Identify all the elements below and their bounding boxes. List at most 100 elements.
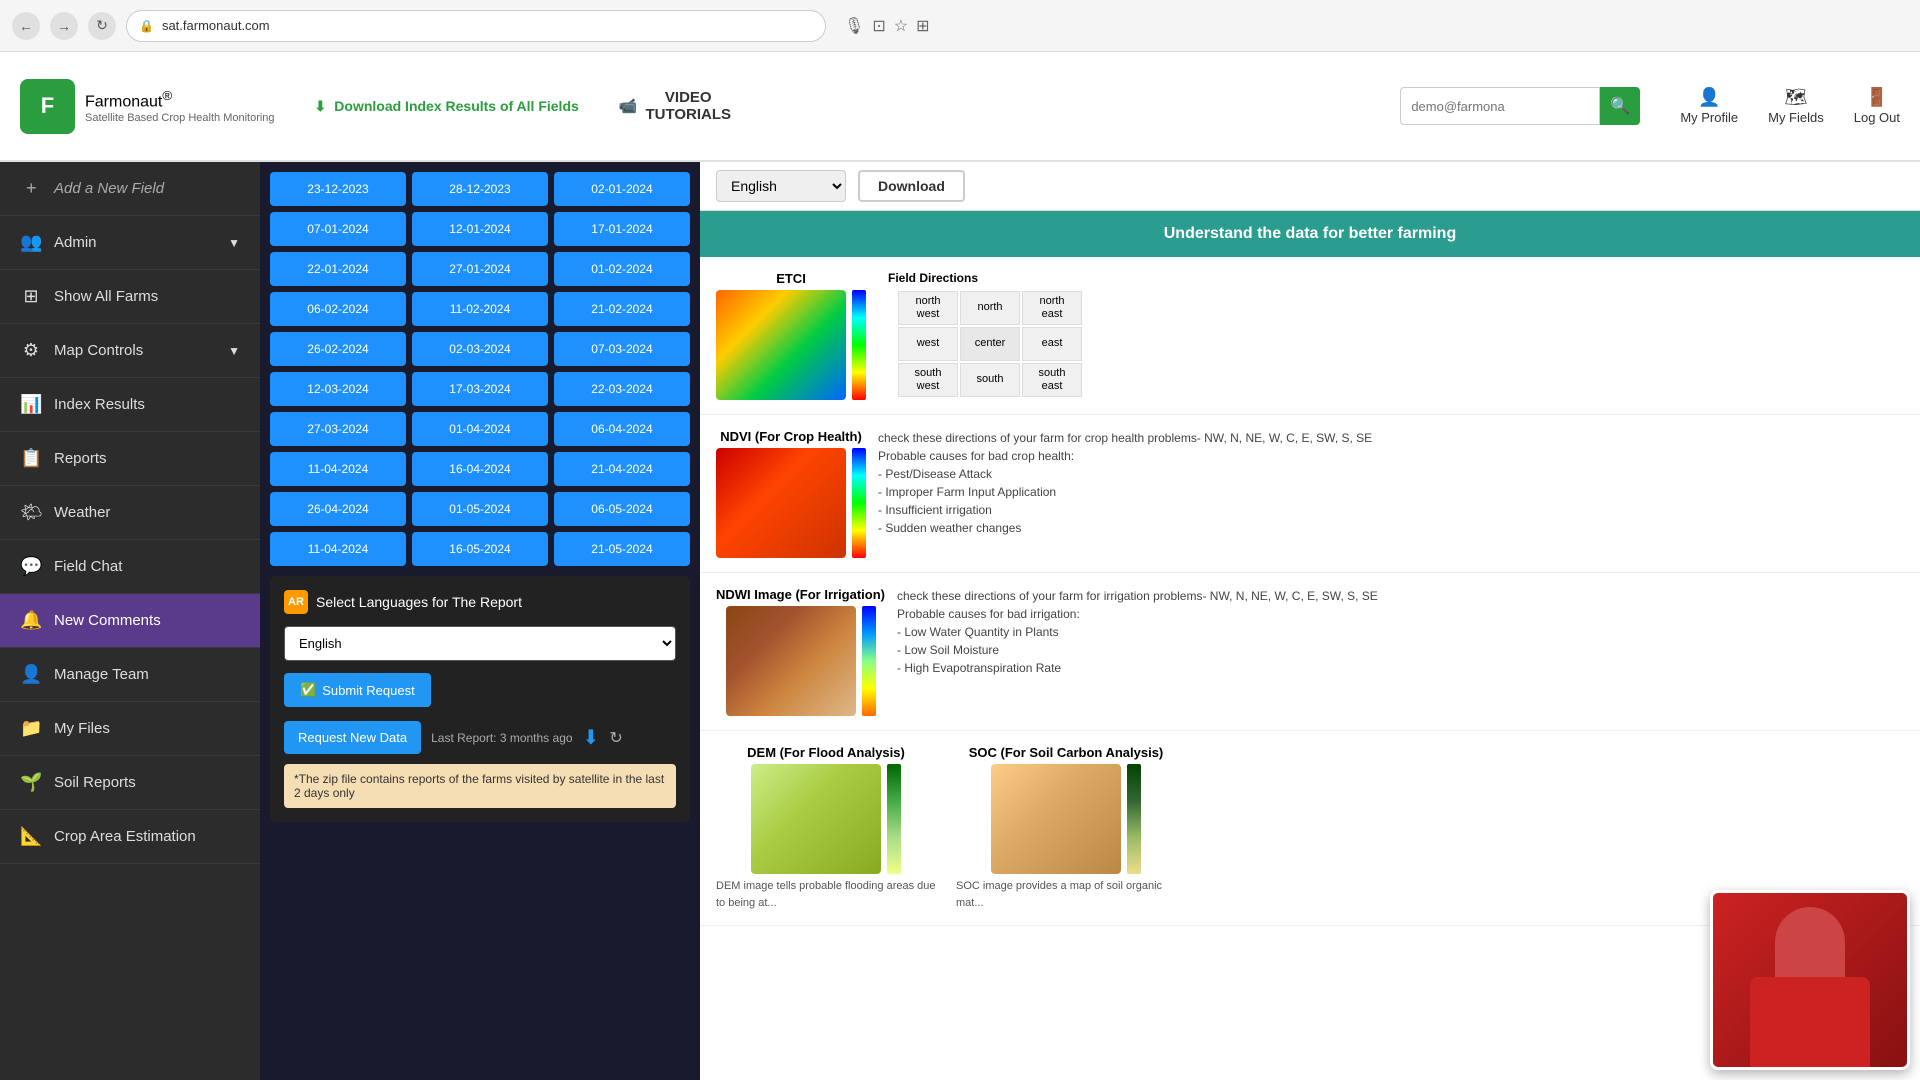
- person-head: [1775, 907, 1845, 977]
- url-text: sat.farmonaut.com: [162, 18, 270, 33]
- sidebar-item-map-controls[interactable]: ⚙ Map Controls ▼: [0, 324, 260, 378]
- date-button[interactable]: 07-03-2024: [554, 332, 690, 366]
- date-button[interactable]: 17-01-2024: [554, 212, 690, 246]
- date-button[interactable]: 23-12-2023: [270, 172, 406, 206]
- browser-bar: ← → ↻ 🔒 sat.farmonaut.com 🎙 ⊡ ☆ ⊞: [0, 0, 1920, 52]
- date-grid: 23-12-202328-12-202302-01-2024 07-01-2024…: [270, 172, 690, 566]
- etci-color-bar: [852, 290, 866, 400]
- date-button[interactable]: 27-03-2024: [270, 412, 406, 446]
- info-section-ndvi: NDVI (For Crop Health) check these direc…: [700, 415, 1920, 573]
- fd-sw: southwest: [898, 363, 958, 397]
- ndwi-content: check these directions of your farm for …: [897, 587, 1904, 677]
- date-button[interactable]: 16-04-2024: [412, 452, 548, 486]
- date-button[interactable]: 28-12-2023: [412, 172, 548, 206]
- back-button[interactable]: ←: [12, 12, 40, 40]
- date-button[interactable]: 06-05-2024: [554, 492, 690, 526]
- lang-dropdown-inline[interactable]: English Hindi Spanish French: [716, 170, 846, 202]
- header-nav: 👤 My Profile 🗺 My Fields 🚪 Log Out: [1680, 87, 1900, 125]
- sidebar-item-weather[interactable]: 🌤 Weather: [0, 486, 260, 540]
- index-icon: 📊: [20, 394, 42, 415]
- date-button[interactable]: 22-03-2024: [554, 372, 690, 406]
- date-button[interactable]: 02-01-2024: [554, 172, 690, 206]
- date-button[interactable]: 01-05-2024: [412, 492, 548, 526]
- sidebar-item-crop-area[interactable]: 📐 Crop Area Estimation: [0, 810, 260, 864]
- refresh-button[interactable]: ↻: [609, 728, 622, 748]
- language-select[interactable]: English Hindi Spanish French: [284, 626, 676, 661]
- sidebar-item-reports[interactable]: 📋 Reports: [0, 432, 260, 486]
- sidebar-label-show-all-farms: Show All Farms: [54, 288, 158, 305]
- date-button[interactable]: 22-01-2024: [270, 252, 406, 286]
- refresh-button[interactable]: ↻: [88, 12, 116, 40]
- download-all-fields-button[interactable]: ⬇ Download Index Results of All Fields: [315, 98, 579, 115]
- my-profile-button[interactable]: 👤 My Profile: [1680, 87, 1738, 125]
- logo-letter: F: [41, 93, 54, 119]
- search-input[interactable]: [1400, 87, 1600, 125]
- sidebar-item-show-all-farms[interactable]: ⊞ Show All Farms: [0, 270, 260, 324]
- admin-icon: 👥: [20, 232, 42, 253]
- fields-icon: 🗺: [1784, 87, 1807, 108]
- date-button[interactable]: 21-02-2024: [554, 292, 690, 326]
- reports-icon: 📋: [20, 448, 42, 469]
- video-overlay: [1710, 890, 1910, 1070]
- soc-image: [991, 764, 1121, 874]
- cast-icon[interactable]: ⊡: [872, 16, 885, 36]
- bookmark-icon[interactable]: ☆: [894, 16, 908, 36]
- date-button[interactable]: 02-03-2024: [412, 332, 548, 366]
- date-button[interactable]: 01-02-2024: [554, 252, 690, 286]
- etci-image: [716, 290, 846, 400]
- sidebar-item-admin[interactable]: 👥 Admin ▼: [0, 216, 260, 270]
- logout-icon: 🚪: [1866, 87, 1888, 108]
- sidebar-item-manage-team[interactable]: 👤 Manage Team: [0, 648, 260, 702]
- ndwi-color-bar: [862, 606, 876, 716]
- logo-icon: F: [20, 79, 75, 134]
- download-button[interactable]: Download: [858, 170, 965, 202]
- date-button[interactable]: 27-01-2024: [412, 252, 548, 286]
- sidebar-item-my-files[interactable]: 📁 My Files: [0, 702, 260, 756]
- date-button[interactable]: 11-04-2024: [270, 452, 406, 486]
- log-out-button[interactable]: 🚪 Log Out: [1854, 87, 1900, 125]
- forward-button[interactable]: →: [50, 12, 78, 40]
- my-fields-button[interactable]: 🗺 My Fields: [1768, 87, 1824, 125]
- date-button[interactable]: 21-05-2024: [554, 532, 690, 566]
- lang-panel-title: AR Select Languages for The Report: [284, 590, 676, 614]
- date-button[interactable]: 26-04-2024: [270, 492, 406, 526]
- ndvi-text: check these directions of your farm for …: [878, 429, 1904, 537]
- date-button[interactable]: 06-02-2024: [270, 292, 406, 326]
- search-button[interactable]: 🔍: [1600, 87, 1640, 125]
- sidebar-item-new-comments[interactable]: 🔔 New Comments: [0, 594, 260, 648]
- date-button[interactable]: 11-02-2024: [412, 292, 548, 326]
- submit-request-button[interactable]: ✅ Submit Request: [284, 673, 431, 707]
- mute-icon[interactable]: 🎙: [844, 16, 864, 36]
- sidebar-item-field-chat[interactable]: 💬 Field Chat: [0, 540, 260, 594]
- ndwi-label: NDWI Image (For Irrigation): [716, 587, 885, 602]
- date-button[interactable]: 07-01-2024: [270, 212, 406, 246]
- fd-nw: northwest: [898, 291, 958, 325]
- sidebar-item-index-results[interactable]: 📊 Index Results: [0, 378, 260, 432]
- sidebar-label-map-controls: Map Controls: [54, 342, 143, 359]
- field-directions-grid: northwest north northeast west center ea…: [898, 291, 1082, 397]
- fd-ne: northeast: [1022, 291, 1082, 325]
- lang-download-bar: English Hindi Spanish French Download: [700, 162, 1920, 211]
- weather-icon: 🌤: [20, 502, 42, 523]
- date-button[interactable]: 06-04-2024: [554, 412, 690, 446]
- date-button[interactable]: 26-02-2024: [270, 332, 406, 366]
- video-tutorials-button[interactable]: 📹 VIDEOTUTORIALS: [619, 89, 731, 123]
- date-button[interactable]: 17-03-2024: [412, 372, 548, 406]
- date-button[interactable]: 21-04-2024: [554, 452, 690, 486]
- sidebar-label-crop-area: Crop Area Estimation: [54, 828, 196, 845]
- request-new-data-button[interactable]: Request New Data: [284, 721, 421, 754]
- date-button[interactable]: 01-04-2024: [412, 412, 548, 446]
- date-button[interactable]: 12-01-2024: [412, 212, 548, 246]
- person-body: [1750, 977, 1870, 1067]
- date-button[interactable]: 12-03-2024: [270, 372, 406, 406]
- date-button[interactable]: 16-05-2024: [412, 532, 548, 566]
- url-bar[interactable]: 🔒 sat.farmonaut.com: [126, 10, 826, 42]
- report-download-button[interactable]: ⬇: [583, 725, 600, 750]
- ndvi-label: NDVI (For Crop Health): [720, 429, 862, 444]
- request-label: Request New Data: [298, 730, 407, 745]
- logo-text: Farmonaut® Satellite Based Crop Health M…: [85, 88, 275, 123]
- sidebar-item-add-field[interactable]: + Add a New Field: [0, 162, 260, 216]
- extensions-icon[interactable]: ⊞: [916, 16, 929, 36]
- date-button[interactable]: 11-04-2024: [270, 532, 406, 566]
- sidebar-item-soil-reports[interactable]: 🌱 Soil Reports: [0, 756, 260, 810]
